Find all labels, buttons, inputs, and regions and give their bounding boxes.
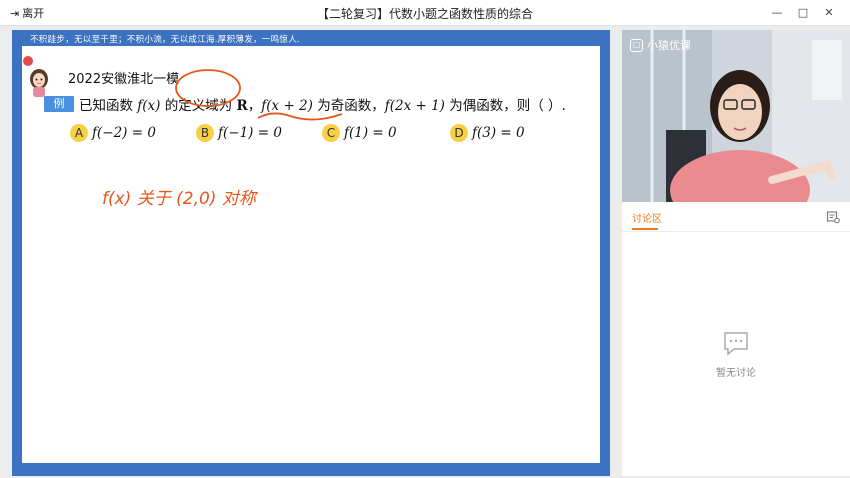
option-c-letter: C — [322, 124, 340, 142]
question-part5: 为偶函数，则（ ）. — [444, 98, 566, 114]
right-panel: ▢ 小猿优课 讨论区 暂无讨论 — [622, 30, 850, 476]
question-text: 已知函数 f(x) 的定义域为 R，f(x + 2) 为奇函数，f(2x + 1… — [79, 94, 566, 114]
question-part3: ， — [247, 98, 262, 114]
slide-frame: 不积跬步，无以至千里；不积小流，无以成江海.厚积薄发，一鸣惊人. 2022安徽淮… — [12, 30, 610, 476]
option-a-letter: A — [70, 124, 88, 142]
option-d-text: f(3) = 0 — [472, 125, 525, 141]
teacher-video: ▢ 小猿优课 — [622, 30, 850, 202]
option-a-text: f(−2) = 0 — [92, 125, 156, 141]
example-badge: 例 — [44, 96, 74, 112]
ink-handwritten-note: f(x) 关于 (2,0) 对称 — [102, 189, 259, 209]
slide-content: 2022安徽淮北一模 例 已知函数 f(x) 的定义域为 R，f(x + 2) … — [22, 46, 600, 463]
question-f-2x-plus-1: f(2x + 1) — [384, 98, 445, 114]
question-part4: 为奇函数， — [312, 98, 385, 114]
question-part1: 已知函数 — [79, 98, 138, 114]
pin-icon — [23, 56, 33, 66]
discussion-tabbar: 讨论区 — [622, 206, 850, 232]
tab-discussion[interactable]: 讨论区 — [632, 210, 662, 225]
maximize-button[interactable]: □ — [790, 3, 816, 23]
window-controls: — □ ✕ — [764, 3, 842, 23]
window-title: 【二轮复习】代数小题之函数性质的综合 — [316, 7, 533, 21]
option-c-text: f(1) = 0 — [344, 125, 397, 141]
option-b-letter: B — [196, 124, 214, 142]
question-fx: f(x) — [137, 98, 161, 114]
question-part2: 的定义域为 — [160, 98, 237, 114]
question-domain-r: R — [236, 98, 248, 114]
tab-active-indicator — [632, 228, 658, 230]
teacher-video-frame — [622, 30, 850, 202]
brand-logo-icon: ▢ — [630, 38, 643, 52]
close-button[interactable]: ✕ — [816, 3, 842, 23]
option-a[interactable]: A f(−2) = 0 — [70, 124, 156, 142]
brand-logo-text: 小猿优课 — [647, 39, 691, 52]
teacher-avatar-icon — [30, 69, 48, 97]
option-d[interactable]: D f(3) = 0 — [450, 124, 525, 142]
chat-bubble-icon — [724, 332, 748, 356]
question-fx-plus-2: f(x + 2) — [261, 98, 313, 114]
option-b-text: f(−1) = 0 — [218, 125, 282, 141]
option-d-letter: D — [450, 124, 468, 142]
slide-motto: 不积跬步，无以至千里；不积小流，无以成江海.厚积薄发，一鸣惊人. — [30, 35, 301, 45]
empty-discussion-text: 暂无讨论 — [716, 368, 756, 379]
title-bar: ⇥ 离开 【二轮复习】代数小题之函数性质的综合 — □ ✕ — [0, 0, 850, 26]
brand-logo: ▢ 小猿优课 — [630, 37, 691, 53]
answer-options: A f(−2) = 0 B f(−1) = 0 C f(1) = 0 D f(3… — [70, 124, 590, 146]
discussion-settings-icon[interactable] — [826, 210, 840, 224]
option-c[interactable]: C f(1) = 0 — [322, 124, 397, 142]
exam-source: 2022安徽淮北一模 — [68, 72, 180, 87]
discussion-empty-state: 暂无讨论 — [622, 330, 850, 379]
minimize-button[interactable]: — — [764, 3, 790, 23]
option-b[interactable]: B f(−1) = 0 — [196, 124, 282, 142]
ink-underline-odd-function — [257, 112, 343, 121]
